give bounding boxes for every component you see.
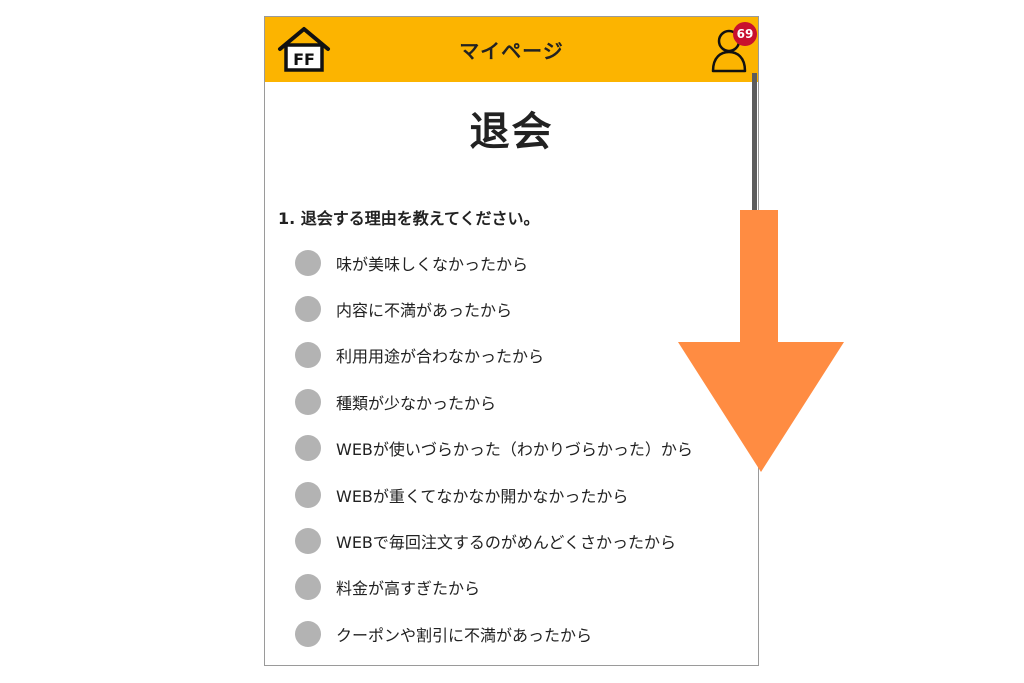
reason-option[interactable]: 種類が少なかったから	[295, 387, 496, 417]
reason-option[interactable]: 利用用途が合わなかったから	[295, 340, 544, 370]
radio-button[interactable]	[295, 482, 321, 508]
radio-button[interactable]	[295, 250, 321, 276]
option-label: 味が美味しくなかったから	[336, 255, 529, 274]
reason-option[interactable]: クーポンや割引に不満があったから	[295, 619, 592, 649]
question-label: 1. 退会する理由を教えてください。	[278, 209, 540, 228]
option-label: WEBが使いづらかった（わかりづらかった）から	[336, 440, 693, 459]
radio-button[interactable]	[295, 389, 321, 415]
page-title: 退会	[469, 109, 554, 155]
reason-option[interactable]: 味が美味しくなかったから	[295, 248, 528, 278]
header-title: マイページ	[459, 39, 564, 63]
reason-option[interactable]: WEBで毎回注文するのがめんどくさかったから	[295, 526, 676, 556]
radio-button[interactable]	[295, 621, 321, 647]
notification-badge: 69	[733, 22, 757, 46]
radio-button[interactable]	[295, 435, 321, 461]
radio-button[interactable]	[295, 528, 321, 554]
down-arrow-icon	[676, 210, 846, 472]
radio-button[interactable]	[295, 342, 321, 368]
option-label: クーポンや割引に不満があったから	[336, 626, 593, 645]
reason-option[interactable]: WEBが使いづらかった（わかりづらかった）から	[295, 433, 693, 463]
radio-button[interactable]	[295, 574, 321, 600]
reason-option[interactable]: 料金が高すぎたから	[295, 572, 480, 602]
option-label: WEBで毎回注文するのがめんどくさかったから	[336, 533, 676, 552]
option-label: 料金が高すぎたから	[336, 579, 481, 598]
option-label: WEBが重くてなかなか開かなかったから	[336, 487, 629, 506]
option-label: 内容に不満があったから	[336, 301, 513, 320]
radio-button[interactable]	[295, 296, 321, 322]
reason-option[interactable]: WEBが重くてなかなか開かなかったから	[295, 480, 628, 510]
app-header: FF マイページ 69	[265, 17, 758, 82]
reason-option[interactable]: 内容に不満があったから	[295, 294, 512, 324]
option-label: 種類が少なかったから	[336, 394, 497, 413]
option-label: 利用用途が合わなかったから	[336, 347, 545, 366]
